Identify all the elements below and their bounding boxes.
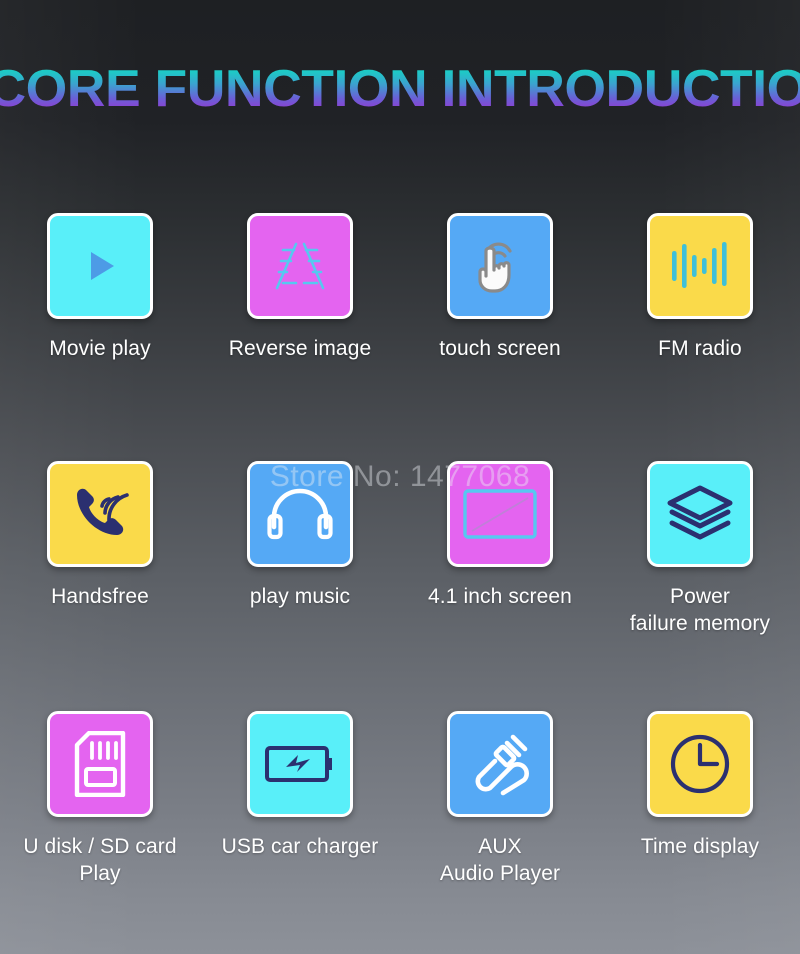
layers-stack-icon — [667, 485, 733, 543]
core-function-introduction-page: CORE FUNCTION INTRODUCTION Movie play Re… — [0, 0, 800, 954]
feature-item-fm-radio[interactable]: FM radio — [600, 213, 800, 362]
feature-label: FM radio — [658, 337, 742, 360]
feature-item-movie-play[interactable]: Movie play — [0, 213, 200, 362]
feature-item-aux-audio-player[interactable]: AUX Audio Player — [400, 711, 600, 888]
feature-item-reverse-image[interactable]: Reverse image — [200, 213, 400, 362]
feature-row-3: U disk / SD card Play USB car charger AU… — [0, 711, 800, 888]
feature-item-handsfree[interactable]: Handsfree — [0, 461, 200, 638]
audio-jack-cable-icon — [467, 731, 533, 797]
feature-item-screen-size[interactable]: 4.1 inch screen — [400, 461, 600, 638]
feature-label: Handsfree — [51, 585, 149, 608]
page-title-container: CORE FUNCTION INTRODUCTION — [0, 62, 800, 117]
screen-size-tile[interactable] — [447, 461, 553, 567]
handsfree-tile[interactable] — [47, 461, 153, 567]
udisk-sdcard-tile[interactable] — [47, 711, 153, 817]
screen-diagonal-icon — [462, 488, 538, 540]
feature-row-2: Handsfree play music 4.1 inch screen Pow… — [0, 461, 800, 638]
battery-bolt-icon — [264, 742, 336, 786]
play-music-tile[interactable] — [247, 461, 353, 567]
feature-item-time-display[interactable]: Time display — [600, 711, 800, 888]
aux-audio-player-tile[interactable] — [447, 711, 553, 817]
feature-label: AUX Audio Player — [439, 835, 561, 886]
sd-card-icon — [73, 731, 127, 797]
feature-row-1: Movie play Reverse image touch screen FM… — [0, 213, 800, 362]
sound-wave-bars-icon — [668, 238, 732, 294]
page-title: CORE FUNCTION INTRODUCTION — [0, 62, 800, 117]
feature-item-touch-screen[interactable]: touch screen — [400, 213, 600, 362]
phone-call-icon — [69, 484, 131, 544]
clock-icon — [668, 732, 732, 796]
parking-guideline-icon — [261, 238, 339, 294]
feature-item-usb-car-charger[interactable]: USB car charger — [200, 711, 400, 888]
feature-label: play music — [249, 585, 351, 608]
feature-label: 4.1 inch screen — [428, 585, 572, 608]
feature-label: Movie play — [49, 337, 151, 360]
reverse-image-tile[interactable] — [247, 213, 353, 319]
play-triangle-icon — [77, 243, 123, 289]
power-failure-memory-tile[interactable] — [647, 461, 753, 567]
feature-label: Power failure memory — [629, 585, 771, 636]
fm-radio-tile[interactable] — [647, 213, 753, 319]
feature-label: USB car charger — [221, 835, 379, 858]
time-display-tile[interactable] — [647, 711, 753, 817]
feature-label: Reverse image — [228, 337, 372, 360]
touch-screen-tile[interactable] — [447, 213, 553, 319]
movie-play-tile[interactable] — [47, 213, 153, 319]
feature-item-power-failure-memory[interactable]: Power failure memory — [600, 461, 800, 638]
feature-label: touch screen — [439, 337, 561, 360]
feature-label: Time display — [640, 835, 760, 858]
feature-label: U disk / SD card Play — [23, 835, 177, 886]
feature-item-udisk-sdcard[interactable]: U disk / SD card Play — [0, 711, 200, 888]
feature-item-play-music[interactable]: play music — [200, 461, 400, 638]
tap-hand-icon — [470, 235, 530, 297]
headphones-icon — [267, 487, 333, 541]
usb-car-charger-tile[interactable] — [247, 711, 353, 817]
